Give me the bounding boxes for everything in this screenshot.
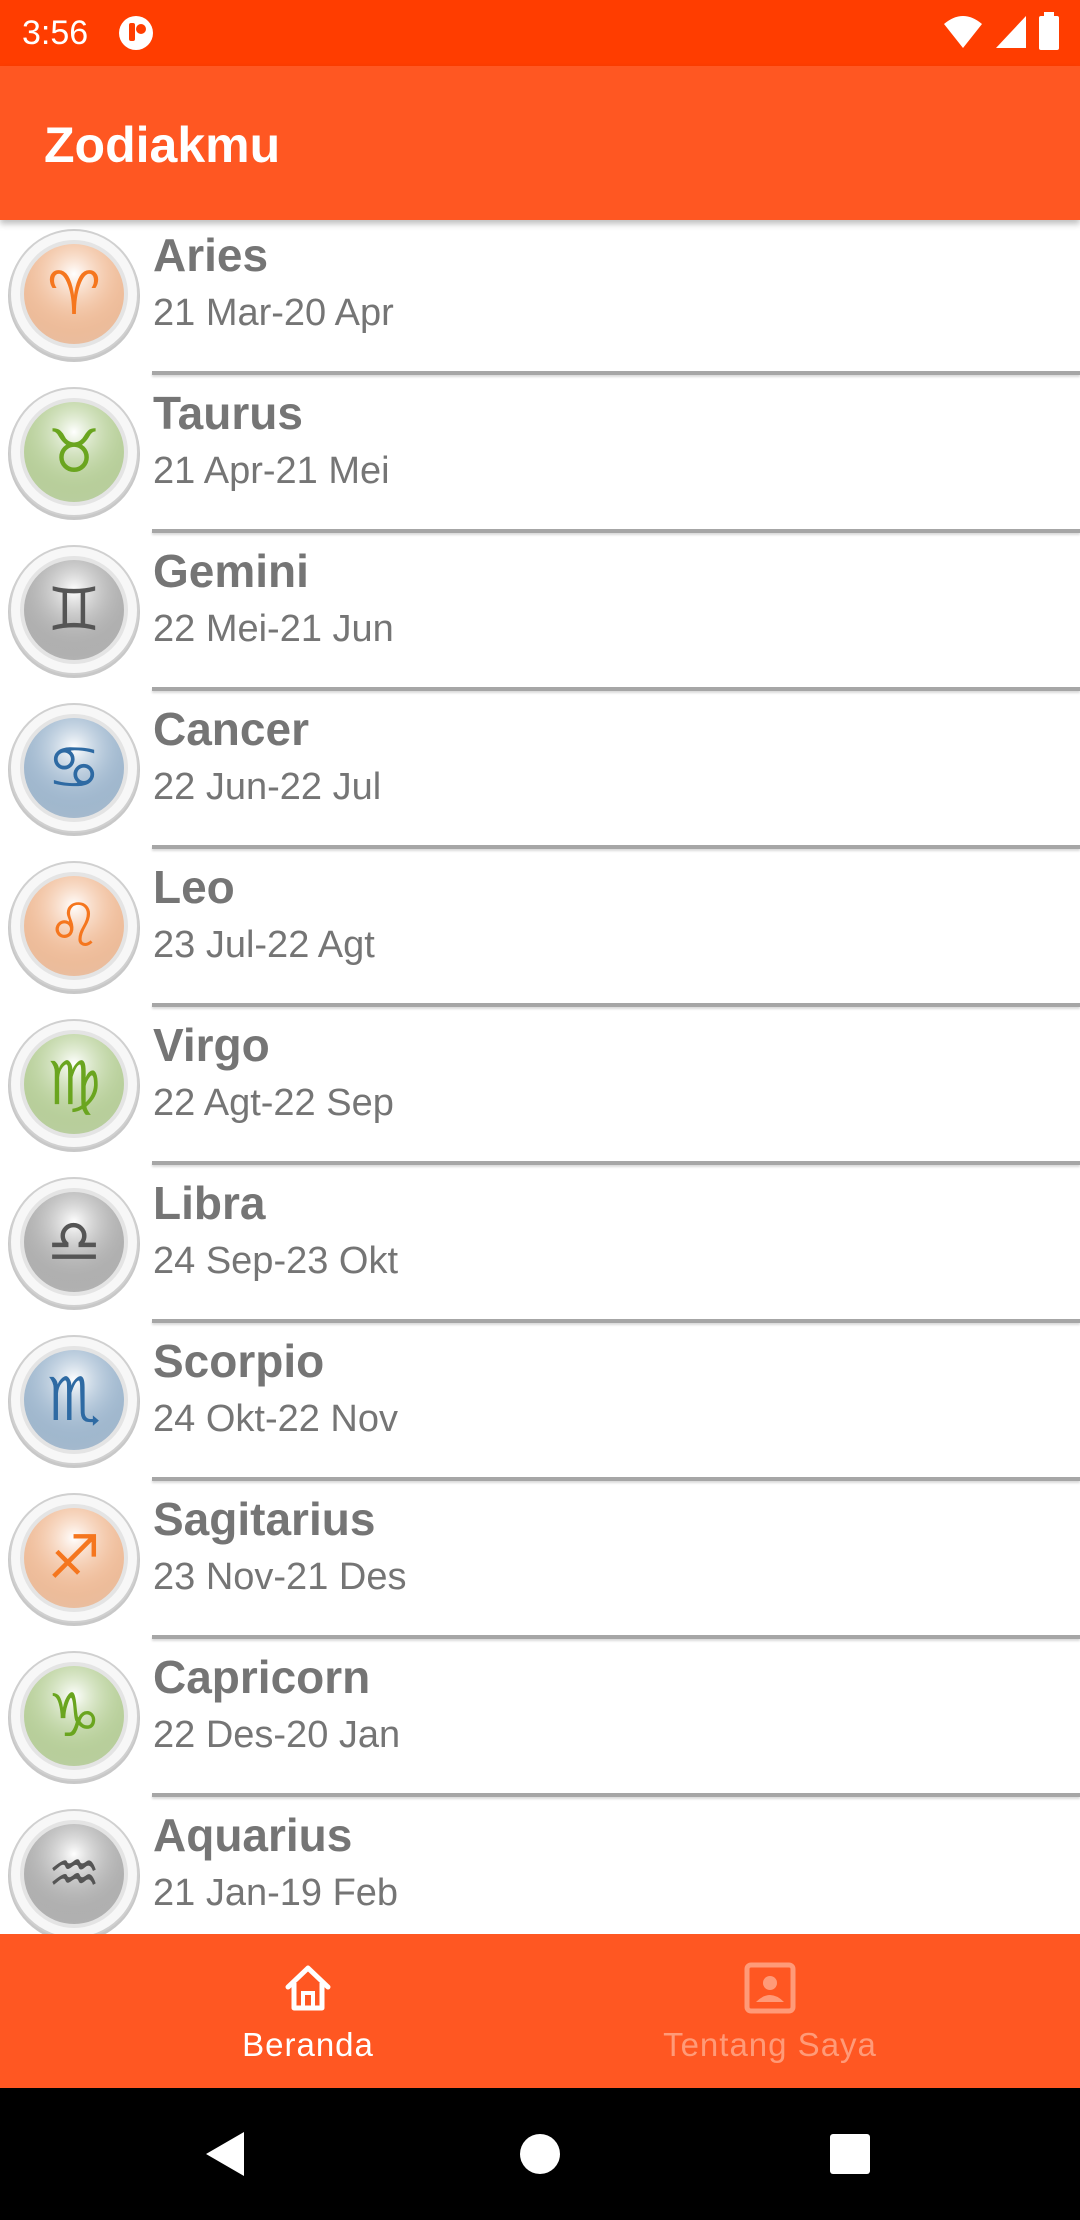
zodiac-symbol-glyph: ♎ [47, 1207, 101, 1277]
zodiac-symbol-icon: ♈ [8, 229, 140, 362]
list-divider [152, 1793, 1080, 1797]
app-title: Zodiakmu [44, 117, 281, 173]
zodiac-list-item[interactable]: ♊ Gemini 22 Mei-21 Jun [0, 536, 1080, 694]
list-divider [152, 1477, 1080, 1481]
list-divider [152, 1161, 1080, 1165]
zodiac-name: Cancer [153, 703, 309, 755]
zodiac-symbol-glyph: ♉ [47, 417, 101, 487]
nav-item-beranda[interactable]: Beranda [38, 1934, 578, 2088]
zodiac-date-range: 24 Okt-22 Nov [153, 1398, 398, 1440]
zodiac-date-range: 21 Mar-20 Apr [153, 292, 394, 334]
zodiac-list[interactable]: ♈ Aries 21 Mar-20 Apr ♉ Taurus 21 Apr-21 Mei ♊… [0, 220, 1080, 1934]
zodiac-list-item[interactable]: ♎ Libra 24 Sep-23 Okt [0, 1168, 1080, 1326]
nav-label-beranda: Beranda [242, 2026, 374, 2063]
zodiac-date-range: 22 Mei-21 Jun [153, 608, 394, 650]
zodiac-name: Scorpio [153, 1335, 325, 1387]
zodiac-symbol-icon: ♏ [8, 1335, 140, 1468]
status-time: 3:56 [22, 13, 89, 52]
zodiac-date-range: 22 Agt-22 Sep [153, 1082, 394, 1124]
zodiac-symbol-icon: ♋ [8, 703, 140, 836]
zodiac-list-item[interactable]: ♒ Aquarius 21 Jan-19 Feb [0, 1800, 1080, 1934]
home-circle-icon[interactable] [510, 2124, 570, 2184]
system-navigation-bar [0, 2088, 1080, 2220]
zodiac-symbol-glyph: ♌ [47, 891, 101, 961]
zodiac-symbol-icon: ♉ [8, 387, 140, 520]
home-icon [285, 1965, 331, 2011]
list-divider [152, 1003, 1080, 1007]
list-divider [152, 687, 1080, 691]
recents-square-icon[interactable] [820, 2124, 880, 2184]
zodiac-symbol-icon: ♑ [8, 1651, 140, 1784]
list-divider [152, 1319, 1080, 1323]
app-bar: Zodiakmu [0, 66, 1080, 220]
zodiac-list-item[interactable]: ♑ Capricorn 22 Des-20 Jan [0, 1642, 1080, 1800]
zodiac-name: Taurus [153, 387, 303, 439]
zodiac-list-item[interactable]: ♉ Taurus 21 Apr-21 Mei [0, 378, 1080, 536]
cellular-signal-icon [996, 16, 1026, 48]
back-icon[interactable] [196, 2124, 256, 2184]
zodiac-symbol-icon: ♎ [8, 1177, 140, 1310]
zodiac-list-item[interactable]: ♏ Scorpio 24 Okt-22 Nov [0, 1326, 1080, 1484]
list-divider [152, 1635, 1080, 1639]
zodiac-date-range: 21 Apr-21 Mei [153, 450, 390, 492]
zodiac-symbol-icon: ♒ [8, 1809, 140, 1934]
zodiac-name: Virgo [153, 1019, 270, 1071]
zodiac-symbol-icon: ♌ [8, 861, 140, 994]
app-screen: 3:56 Zodiakmu ♈ Aries 21 Mar-20 Apr ♉ Taurus… [0, 0, 1080, 2220]
zodiac-name: Capricorn [153, 1651, 371, 1703]
zodiac-symbol-glyph: ♋ [47, 733, 101, 803]
zodiac-symbol-icon: ♍ [8, 1019, 140, 1152]
list-divider [152, 371, 1080, 375]
zodiac-list-item[interactable]: ♋ Cancer 22 Jun-22 Jul [0, 694, 1080, 852]
zodiac-symbol-glyph: ♍ [47, 1049, 101, 1119]
battery-icon [1039, 12, 1059, 50]
list-divider [152, 845, 1080, 849]
zodiac-date-range: 23 Nov-21 Des [153, 1556, 407, 1598]
zodiac-name: Leo [153, 861, 235, 913]
zodiac-list-item[interactable]: ♌ Leo 23 Jul-22 Agt [0, 852, 1080, 1010]
nav-item-tentang-saya[interactable]: Tentang Saya [500, 1934, 1040, 2088]
status-icons [942, 12, 1060, 52]
zodiac-symbol-glyph: ♐ [47, 1523, 101, 1593]
zodiac-symbol-glyph: ♏ [47, 1365, 101, 1435]
zodiac-symbol-glyph: ♒ [47, 1839, 101, 1909]
wifi-icon [944, 16, 982, 48]
nav-label-tentang-saya: Tentang Saya [663, 2026, 877, 2063]
zodiac-symbol-icon: ♊ [8, 545, 140, 678]
zodiac-date-range: 24 Sep-23 Okt [153, 1240, 399, 1282]
zodiac-list-item[interactable]: ♐ Sagitarius 23 Nov-21 Des [0, 1484, 1080, 1642]
zodiac-date-range: 21 Jan-19 Feb [153, 1872, 399, 1914]
zodiac-name: Sagitarius [153, 1493, 376, 1545]
zodiac-symbol-glyph: ♈ [47, 259, 101, 329]
account-box-icon [744, 1962, 796, 2014]
zodiac-date-range: 23 Jul-22 Agt [153, 924, 375, 966]
zodiac-name: Aquarius [153, 1809, 353, 1861]
bottom-navigation: Beranda Tentang Saya [0, 1934, 1080, 2088]
zodiac-name: Libra [153, 1177, 266, 1229]
zodiac-list-item[interactable]: ♍ Virgo 22 Agt-22 Sep [0, 1010, 1080, 1168]
list-divider [152, 529, 1080, 533]
zodiac-list-item[interactable]: ♈ Aries 21 Mar-20 Apr [0, 220, 1080, 378]
zodiac-symbol-glyph: ♊ [47, 575, 101, 645]
zodiac-name: Aries [153, 229, 269, 281]
zodiac-symbol-glyph: ♑ [47, 1681, 101, 1751]
zodiac-date-range: 22 Jun-22 Jul [153, 766, 382, 808]
status-bar: 3:56 [0, 0, 1080, 66]
notification-app-icon [119, 16, 154, 50]
zodiac-name: Gemini [153, 545, 309, 597]
zodiac-symbol-icon: ♐ [8, 1493, 140, 1626]
zodiac-date-range: 22 Des-20 Jan [153, 1714, 401, 1756]
